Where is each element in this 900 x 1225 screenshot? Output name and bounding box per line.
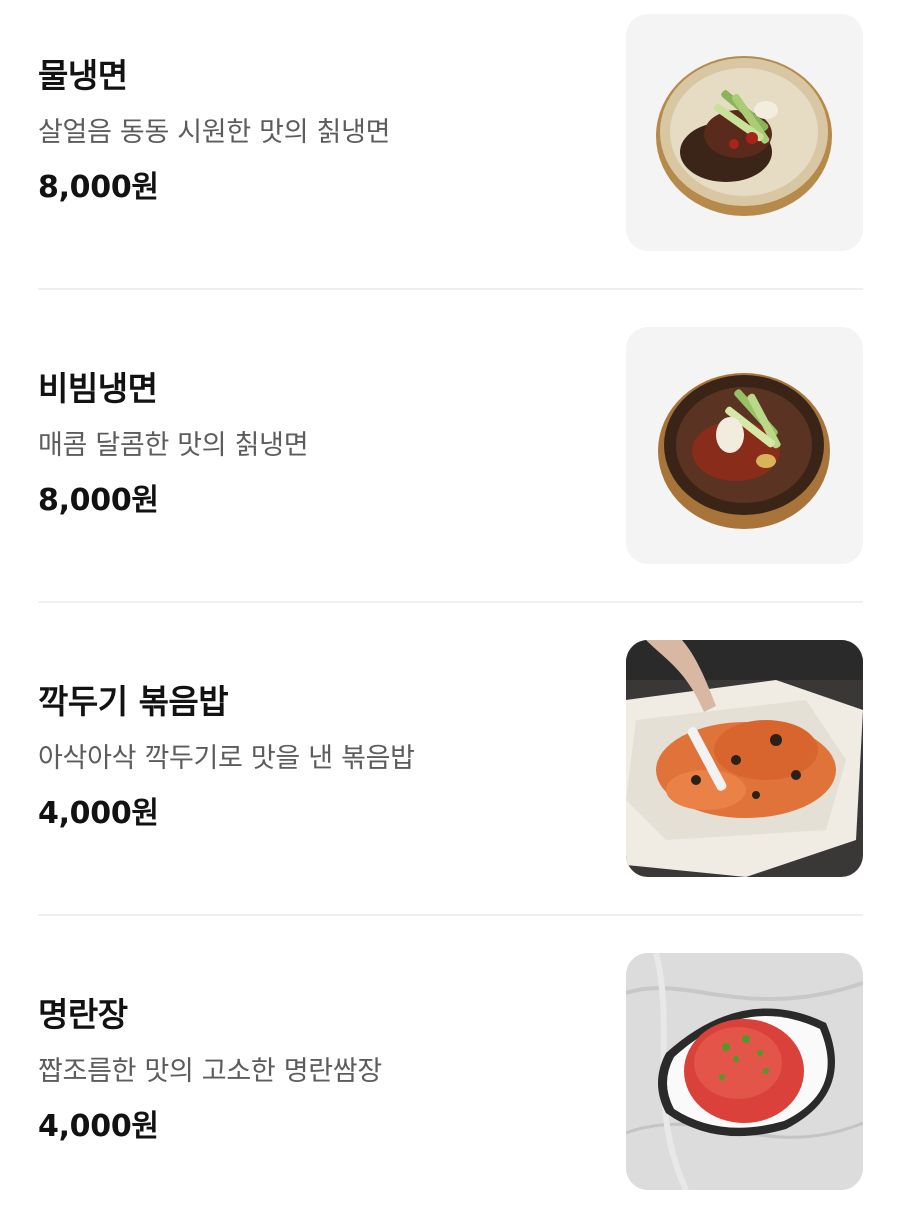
menu-list: 물냉면 살얼음 동동 시원한 맛의 칡냉면 8,000원 비빔냉면 매콤 달콤한… [0, 0, 900, 1225]
menu-item-name: 명란장 [38, 995, 128, 1034]
divider [38, 288, 863, 290]
menu-item-name: 물냉면 [38, 56, 128, 95]
menu-item-description: 아삭아삭 깍두기로 맛을 낸 볶음밥 [38, 743, 415, 774]
menu-item-name: 깍두기 볶음밥 [38, 682, 229, 721]
menu-item-price: 8,000원 [38, 483, 159, 518]
menu-item-description: 살얼음 동동 시원한 맛의 칡냉면 [38, 117, 391, 148]
menu-item-price: 4,000원 [38, 1109, 159, 1144]
divider [38, 914, 863, 916]
menu-item-description: 짭조름한 맛의 고소한 명란쌈장 [38, 1056, 382, 1087]
menu-item-kkakdugi-fried-rice[interactable]: 깍두기 볶음밥 아삭아삭 깍두기로 맛을 낸 볶음밥 4,000원 [0, 626, 900, 939]
menu-item-name: 비빔냉면 [38, 369, 158, 408]
menu-item-bibim-naengmyeon[interactable]: 비빔냉면 매콤 달콤한 맛의 칡냉면 8,000원 [0, 313, 900, 626]
kimchi-fried-rice-image[interactable] [626, 640, 863, 877]
menu-item-price: 4,000원 [38, 796, 159, 831]
menu-item-myeongranjang[interactable]: 명란장 짭조름한 맛의 고소한 명란쌈장 4,000원 [0, 939, 900, 1225]
menu-item-price: 8,000원 [38, 170, 159, 205]
cold-noodle-soup-image[interactable] [626, 14, 863, 251]
pollock-roe-sauce-image[interactable] [626, 953, 863, 1190]
divider [38, 601, 863, 603]
menu-item-description: 매콤 달콤한 맛의 칡냉면 [38, 430, 309, 461]
menu-item-mul-naengmyeon[interactable]: 물냉면 살얼음 동동 시원한 맛의 칡냉면 8,000원 [0, 0, 900, 313]
spicy-mixed-noodle-image[interactable] [626, 327, 863, 564]
